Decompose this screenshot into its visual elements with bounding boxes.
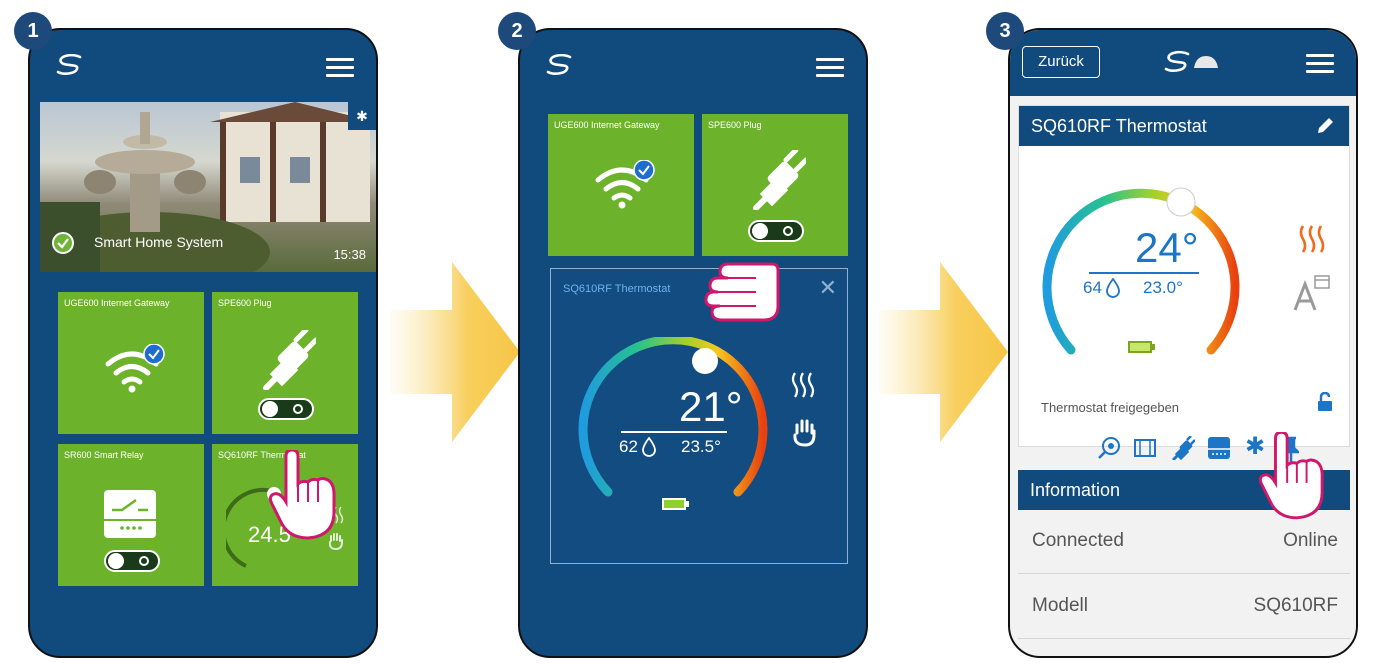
- humidity-value: 62: [619, 437, 638, 456]
- info-key: Modell: [1032, 595, 1088, 616]
- menu-icon[interactable]: [1306, 54, 1334, 74]
- edit-pencil-icon[interactable]: [1315, 116, 1335, 136]
- tile-label: SPE600 Plug: [708, 120, 762, 130]
- salus-logo-icon: [56, 54, 82, 75]
- settings-gear-icon[interactable]: ✱: [348, 102, 376, 130]
- close-icon[interactable]: ✕: [819, 275, 837, 301]
- tile-gateway[interactable]: UGE600 Internet Gateway: [58, 292, 204, 434]
- tap-hand-icon: [268, 450, 336, 540]
- tile-plug[interactable]: SPE600 Plug: [702, 114, 848, 256]
- tile-label: SR600 Smart Relay: [64, 450, 144, 460]
- eye-search-icon[interactable]: [1097, 436, 1121, 460]
- plug-toggle[interactable]: [748, 220, 804, 242]
- dial-divider: [621, 431, 727, 433]
- home-card[interactable]: ✱ Smart Home System 15:38: [40, 102, 376, 272]
- phone-screen-3: Zurück SQ610RF Thermostat 24° 64 23.0° T…: [1008, 28, 1358, 658]
- plug-icon: [263, 330, 316, 390]
- menu-icon[interactable]: [816, 58, 844, 78]
- step-badge-1: 1: [14, 12, 52, 50]
- dial-divider: [1089, 272, 1199, 274]
- tap-hand-icon: [1258, 432, 1324, 520]
- app-header: [520, 30, 866, 100]
- phone-screen-1: ✱ Smart Home System 15:38 UGE600 Interne…: [28, 28, 378, 658]
- back-button[interactable]: Zurück: [1022, 46, 1100, 78]
- menu-icon[interactable]: [326, 58, 354, 78]
- thermostat-label: SQ610RF Thermostat: [563, 283, 671, 295]
- setpoint-value: 24°: [1135, 224, 1199, 271]
- tile-label: UGE600 Internet Gateway: [554, 120, 660, 130]
- setpoint-value: 21°: [679, 383, 743, 430]
- plug-icon[interactable]: [1171, 436, 1195, 460]
- home-name: Smart Home System: [94, 234, 224, 250]
- display-icon[interactable]: [1207, 436, 1231, 460]
- step-badge-2: 2: [498, 12, 536, 50]
- plug-icon: [753, 150, 806, 210]
- status-text: Thermostat freigegeben: [1041, 400, 1180, 415]
- wifi-icon: [105, 344, 165, 393]
- info-value: Online: [1283, 530, 1338, 551]
- step-badge-3: 3: [986, 12, 1024, 50]
- tile-relay[interactable]: SR600 Smart Relay: [58, 444, 204, 586]
- wifi-icon: [595, 160, 655, 209]
- relay-icon: [104, 490, 156, 538]
- current-temperature: 23.5°: [681, 437, 721, 456]
- salus-logo-icon: [1164, 50, 1218, 72]
- manual-hand-icon: [793, 419, 816, 447]
- window-icon[interactable]: [1133, 438, 1157, 458]
- arrow-right-icon: [878, 262, 1008, 442]
- relay-toggle[interactable]: [104, 550, 160, 572]
- humidity-drop-icon: [642, 437, 656, 457]
- home-time: 15:38: [333, 247, 366, 262]
- unlock-icon[interactable]: [1317, 392, 1333, 412]
- salus-logo-icon: [546, 54, 572, 75]
- heat-icon: [1299, 225, 1325, 253]
- battery-icon: [1128, 341, 1155, 353]
- app-header: [30, 30, 376, 100]
- auto-schedule-icon: [1293, 275, 1330, 311]
- swipe-hand-icon: [704, 262, 780, 322]
- current-temperature: 23.0°: [1143, 278, 1183, 297]
- app-header: Zurück: [1010, 30, 1356, 96]
- tile-label: SPE600 Plug: [218, 298, 272, 308]
- card-title: SQ610RF Thermostat: [1019, 106, 1349, 146]
- temperature-dial: [578, 337, 768, 497]
- plug-toggle[interactable]: [258, 398, 314, 420]
- status-ok-icon: [52, 232, 74, 254]
- humidity-drop-icon: [1106, 278, 1120, 298]
- info-value: SQ610RF: [1253, 595, 1338, 616]
- tile-gateway[interactable]: UGE600 Internet Gateway: [548, 114, 694, 256]
- phone-screen-2: UGE600 Internet Gateway SPE600 Plug SQ61…: [518, 28, 868, 658]
- humidity-value: 64: [1083, 278, 1102, 297]
- battery-icon: [662, 498, 689, 510]
- arrow-right-icon: [390, 262, 520, 442]
- tile-label: UGE600 Internet Gateway: [64, 298, 170, 308]
- thermostat-card: SQ610RF Thermostat 24° 64 23.0° Thermost…: [1018, 105, 1350, 462]
- tile-plug[interactable]: SPE600 Plug: [212, 292, 358, 434]
- heat-icon: [791, 372, 815, 398]
- info-row: Modell SQ610RF: [1018, 575, 1350, 639]
- info-key: Connected: [1032, 530, 1124, 551]
